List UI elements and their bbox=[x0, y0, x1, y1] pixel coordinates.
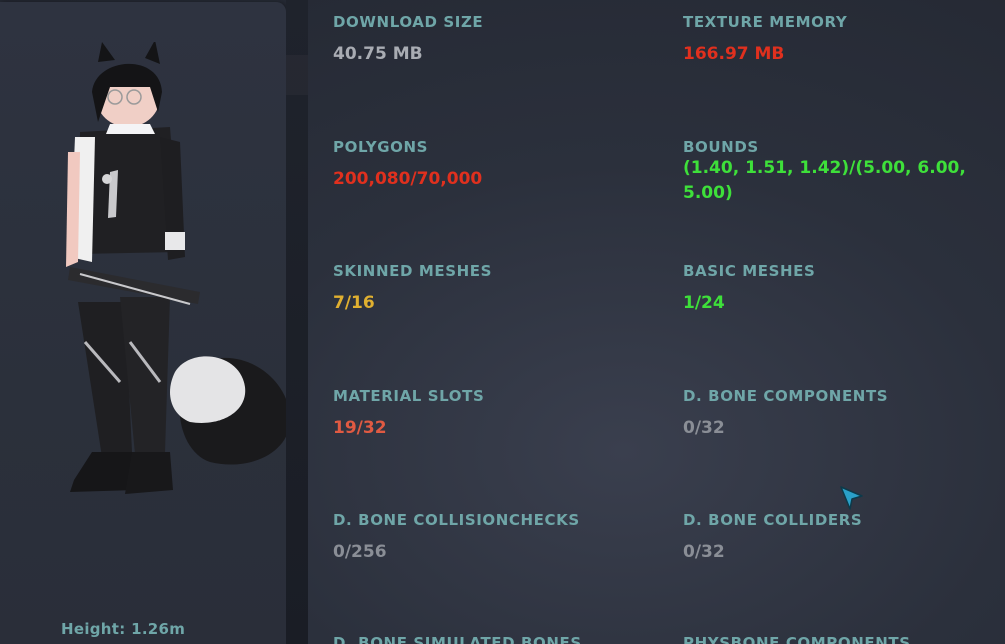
stat-label: DOWNLOAD SIZE bbox=[333, 13, 484, 31]
stat-bounds: BOUNDS (1.40, 1.51, 1.42)/(5.00, 6.00, 5… bbox=[683, 138, 1003, 206]
stat-label: TEXTURE MEMORY bbox=[683, 13, 848, 31]
stat-value: 19/32 bbox=[333, 418, 387, 438]
stat-label: D. BONE SIMULATED BONES bbox=[333, 634, 582, 644]
stat-label: MATERIAL SLOTS bbox=[333, 387, 485, 405]
stat-value: 200,080/70,000 bbox=[333, 169, 483, 189]
stat-texture-memory: TEXTURE MEMORY 166.97 MB bbox=[683, 13, 1003, 66]
stat-basic-meshes: BASIC MESHES 1/24 bbox=[683, 262, 1003, 315]
stat-label: BOUNDS bbox=[683, 138, 759, 156]
stat-label: D. BONE COLLISIONCHECKS bbox=[333, 511, 580, 529]
stat-skinned-meshes: SKINNED MESHES 7/16 bbox=[333, 262, 653, 315]
stat-label: POLYGONS bbox=[333, 138, 429, 156]
stat-download-size: DOWNLOAD SIZE 40.75 MB bbox=[333, 13, 653, 66]
avatar-stats-screen: Height: 1.26m DOWNLOAD SIZE 40.75 MB TEX… bbox=[0, 0, 1005, 644]
stat-label: D. BONE COLLIDERS bbox=[683, 511, 863, 529]
avatar-height-label: Height: 1.26m bbox=[61, 620, 186, 638]
stat-d-bone-colliders: D. BONE COLLIDERS 0/32 bbox=[683, 511, 1003, 564]
stat-material-slots: MATERIAL SLOTS 19/32 bbox=[333, 387, 653, 440]
stat-value: 0/256 bbox=[333, 542, 387, 562]
stat-value: 40.75 MB bbox=[333, 44, 423, 64]
stat-value: 166.97 MB bbox=[683, 44, 785, 64]
stat-value: 1/24 bbox=[683, 293, 725, 313]
panel-divider bbox=[286, 0, 308, 644]
stat-value: (1.40, 1.51, 1.42)/(5.00, 6.00, 5.00) bbox=[683, 158, 966, 203]
stat-label: SKINNED MESHES bbox=[333, 262, 493, 280]
stat-label: PHYSBONE COMPONENTS bbox=[683, 634, 911, 644]
stat-d-bone-components: D. BONE COMPONENTS 0/32 bbox=[683, 387, 1003, 440]
stat-value: 7/16 bbox=[333, 293, 375, 313]
stat-label: BASIC MESHES bbox=[683, 262, 816, 280]
stat-polygons: POLYGONS 200,080/70,000 bbox=[333, 138, 653, 191]
stat-physbone-components: PHYSBONE COMPONENTS bbox=[683, 634, 1003, 644]
stat-value: 0/32 bbox=[683, 418, 725, 438]
avatar-figure bbox=[66, 42, 291, 494]
stat-label: D. BONE COMPONENTS bbox=[683, 387, 889, 405]
stat-d-bone-simulated-bones: D. BONE SIMULATED BONES bbox=[333, 634, 653, 644]
pointer-cursor-icon bbox=[840, 486, 863, 510]
stat-value: 0/32 bbox=[683, 542, 725, 562]
performance-stats-grid: DOWNLOAD SIZE 40.75 MB TEXTURE MEMORY 16… bbox=[333, 0, 1005, 644]
stat-d-bone-collisionchecks: D. BONE COLLISIONCHECKS 0/256 bbox=[333, 511, 653, 564]
avatar-preview-panel: Height: 1.26m bbox=[0, 2, 291, 644]
